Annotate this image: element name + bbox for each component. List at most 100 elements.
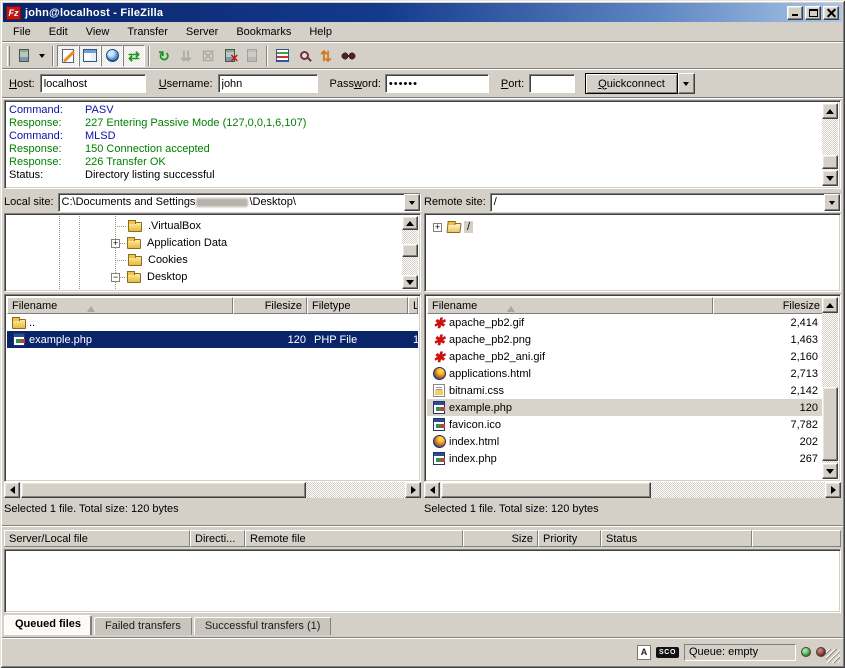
disconnect-button[interactable]: ✕ — [219, 45, 241, 67]
column-header-direction[interactable]: Directi... — [190, 530, 245, 547]
menu-view[interactable]: View — [77, 24, 119, 40]
port-input[interactable] — [529, 74, 575, 93]
scroll-thumb[interactable] — [21, 482, 306, 498]
file-row-selected[interactable]: example.php120 — [427, 399, 822, 416]
remote-hscrollbar[interactable] — [424, 482, 841, 498]
data-type-icon[interactable]: A — [637, 645, 651, 660]
column-header-filetype[interactable]: Filetype — [307, 297, 408, 314]
scroll-down-button[interactable] — [822, 463, 838, 479]
expand-icon[interactable]: + — [111, 239, 120, 248]
queue-list[interactable] — [4, 549, 841, 613]
tree-item-virtualbox[interactable]: .VirtualBox — [127, 218, 204, 234]
file-row[interactable]: index.php267 — [427, 450, 822, 467]
scroll-up-button[interactable] — [822, 297, 838, 313]
scroll-down-button[interactable] — [822, 170, 838, 186]
quickconnect-dropdown-button[interactable] — [678, 73, 695, 94]
toggle-transfer-queue-button[interactable]: ⇄ — [123, 45, 145, 67]
column-header-filename[interactable]: Filename — [7, 297, 233, 314]
menu-transfer[interactable]: Transfer — [118, 24, 177, 40]
file-row-example-php[interactable]: example.php 120 PHP File 1 — [7, 331, 418, 348]
column-header-last-modified[interactable]: L — [408, 297, 418, 314]
directory-comparison-button[interactable] — [293, 45, 315, 67]
file-row[interactable]: bitnami.css2,142 — [427, 382, 822, 399]
column-header-filename[interactable]: Filename — [427, 297, 713, 314]
toggle-local-tree-button[interactable] — [79, 45, 101, 67]
file-row[interactable]: index.html202 — [427, 433, 822, 450]
directory-listing-filters-button[interactable] — [271, 45, 293, 67]
column-header-size[interactable]: Size — [463, 530, 538, 547]
scroll-down-button[interactable] — [402, 275, 418, 289]
resize-grip[interactable] — [826, 649, 840, 663]
file-row[interactable]: applications.html2,713 — [427, 365, 822, 382]
file-row-parent-dir[interactable]: .. — [7, 314, 418, 331]
log-scrollbar[interactable] — [822, 103, 838, 186]
scroll-thumb[interactable] — [441, 482, 651, 498]
site-manager-button[interactable] — [13, 45, 35, 67]
remote-site-combobox[interactable]: / — [490, 193, 841, 212]
remote-list-scrollbar[interactable] — [822, 297, 838, 479]
refresh-icon: ↻ — [158, 49, 170, 63]
maximize-button[interactable] — [805, 6, 821, 20]
toolbar-grip[interactable] — [7, 46, 10, 66]
scroll-thumb[interactable] — [402, 244, 418, 257]
menu-help[interactable]: Help — [300, 24, 341, 40]
password-input[interactable] — [385, 74, 489, 93]
column-header-remote-file[interactable]: Remote file — [245, 530, 463, 547]
host-input[interactable] — [40, 74, 146, 93]
username-input[interactable] — [218, 74, 318, 93]
scroll-thumb[interactable] — [822, 155, 838, 169]
remote-file-list[interactable]: Filename Filesize ✱apache_pb2.gif2,414 ✱… — [424, 294, 841, 482]
tree-item-cookies[interactable]: Cookies — [127, 252, 191, 268]
file-row[interactable]: ✱apache_pb2_ani.gif2,160 — [427, 348, 822, 365]
tab-failed-transfers[interactable]: Failed transfers — [94, 617, 192, 635]
file-row[interactable]: favicon.ico7,782 — [427, 416, 822, 433]
scroll-right-button[interactable] — [825, 482, 841, 498]
tree-item-application-data[interactable]: +Application Data — [111, 235, 230, 251]
column-header-server-local-file[interactable]: Server/Local file — [4, 530, 190, 547]
local-tree[interactable]: .VirtualBox +Application Data Cookies −D… — [4, 213, 421, 292]
local-file-list[interactable]: Filename Filesize Filetype L .. example.… — [4, 294, 421, 482]
menu-file[interactable]: File — [4, 24, 40, 40]
tree-item-desktop[interactable]: −Desktop — [111, 269, 190, 285]
column-header-filesize[interactable]: Filesize — [713, 297, 825, 314]
collapse-icon[interactable]: − — [111, 273, 120, 282]
close-button[interactable] — [823, 6, 839, 20]
local-tree-view: .VirtualBox +Application Data Cookies −D… — [7, 216, 418, 289]
local-tree-scrollbar[interactable] — [402, 216, 418, 289]
synchronized-browsing-button[interactable]: ⇅ — [315, 45, 337, 67]
scroll-up-button[interactable] — [402, 216, 418, 230]
refresh-button[interactable]: ↻ — [153, 45, 175, 67]
log-line: Status:Directory listing successful — [9, 169, 820, 182]
message-log[interactable]: Command:PASV Response:227 Entering Passi… — [4, 100, 841, 189]
menu-edit[interactable]: Edit — [40, 24, 77, 40]
tree-item-root[interactable]: +/ — [433, 219, 473, 235]
column-header-status[interactable]: Status — [601, 530, 752, 547]
title-bar[interactable]: Fz john@localhost - FileZilla — [3, 3, 842, 22]
local-site-dropdown[interactable] — [404, 194, 420, 211]
menu-server[interactable]: Server — [177, 24, 227, 40]
local-hscrollbar[interactable] — [4, 482, 421, 498]
minimize-button[interactable] — [787, 6, 803, 20]
tab-successful-transfers[interactable]: Successful transfers (1) — [194, 617, 332, 635]
scroll-left-button[interactable] — [424, 482, 440, 498]
quickconnect-button[interactable]: Quickconnect — [585, 73, 678, 94]
column-header-filesize[interactable]: Filesize — [233, 297, 307, 314]
expand-icon[interactable]: + — [433, 223, 442, 232]
local-site-combobox[interactable]: C:\Documents and Settings\Desktop\ — [58, 193, 421, 212]
tab-queued-files[interactable]: Queued files — [4, 615, 92, 635]
remote-tree[interactable]: +/ — [424, 213, 841, 292]
site-manager-dropdown-button[interactable] — [35, 45, 49, 67]
toggle-remote-tree-button[interactable] — [101, 45, 123, 67]
scroll-right-button[interactable] — [405, 482, 421, 498]
find-files-button[interactable] — [337, 45, 359, 67]
file-row[interactable]: ✱apache_pb2.png1,463 — [427, 331, 822, 348]
speed-limit-icon[interactable]: SCO — [656, 647, 679, 658]
file-row[interactable]: ✱apache_pb2.gif2,414 — [427, 314, 822, 331]
scroll-up-button[interactable] — [822, 103, 838, 119]
remote-site-dropdown[interactable] — [824, 194, 840, 211]
menu-bookmarks[interactable]: Bookmarks — [227, 24, 300, 40]
column-header-priority[interactable]: Priority — [538, 530, 601, 547]
scroll-left-button[interactable] — [4, 482, 20, 498]
toggle-message-log-button[interactable] — [57, 45, 79, 67]
scroll-thumb[interactable] — [822, 387, 838, 461]
